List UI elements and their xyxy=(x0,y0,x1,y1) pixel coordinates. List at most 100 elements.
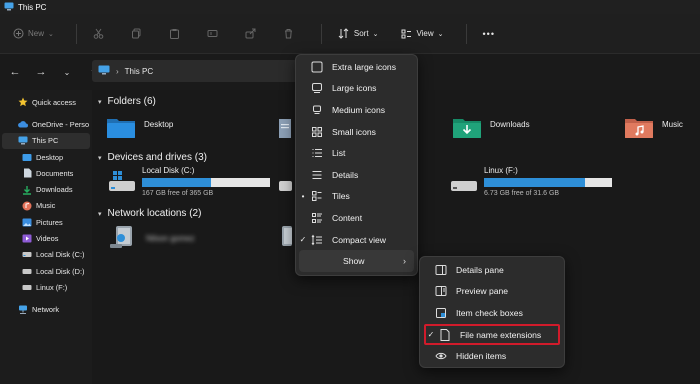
network-drive-icon xyxy=(278,224,292,252)
sidebar-item-label: This PC xyxy=(32,136,59,146)
new-button[interactable]: New ⌄ xyxy=(12,28,54,40)
star-icon xyxy=(18,97,28,107)
sidebar-item-downloads[interactable]: Downloads xyxy=(0,181,92,197)
sidebar-item-local-disk-d[interactable]: Local Disk (D:) xyxy=(0,263,92,279)
menu-item-hidden-items[interactable]: Hidden items xyxy=(420,345,564,367)
copy-button[interactable] xyxy=(131,28,147,40)
sidebar-item-label: Local Disk (D:) xyxy=(36,266,85,276)
sidebar-item-label: OneDrive - Perso xyxy=(32,119,90,129)
trash-icon xyxy=(283,28,295,40)
drive-name: Linux (F:) xyxy=(484,166,518,175)
menu-check-mark: ✓ xyxy=(299,235,307,245)
drive-usage-bar xyxy=(142,178,270,187)
sidebar-item-label: Local Disk (C:) xyxy=(36,250,85,260)
network-drive-icon xyxy=(108,224,138,252)
sidebar-item-this-pc[interactable]: This PC xyxy=(2,132,90,149)
network-location-item[interactable] xyxy=(278,224,292,252)
sidebar-item-local-disk-c[interactable]: Local Disk (C:) xyxy=(0,247,92,263)
menu-item-compact-view[interactable]: ✓ Compact view xyxy=(296,229,417,251)
sidebar-item-quick-access[interactable]: Quick access xyxy=(0,94,92,110)
sidebar-item-music[interactable]: Music xyxy=(0,198,92,214)
chevron-down-icon: ⌄ xyxy=(48,30,54,38)
monitor-icon xyxy=(98,65,110,77)
share-button[interactable] xyxy=(245,28,261,40)
group-header-network[interactable]: ▾ Network locations (2) xyxy=(98,208,201,219)
download-icon xyxy=(22,185,32,195)
sidebar-item-label: Network xyxy=(32,305,60,315)
menu-item-preview-pane[interactable]: Preview pane xyxy=(420,281,564,303)
folder-desktop[interactable]: Desktop xyxy=(106,116,173,140)
paste-button[interactable] xyxy=(169,28,185,40)
monitor-icon xyxy=(18,136,28,146)
menu-item-extra-large-icons[interactable]: Extra large icons xyxy=(296,56,417,78)
music-icon xyxy=(22,201,32,211)
tiles-icon xyxy=(310,189,324,203)
sidebar-item-onedrive[interactable]: OneDrive - Perso xyxy=(0,116,92,132)
cut-button[interactable] xyxy=(93,28,109,40)
sidebar-item-desktop[interactable]: Desktop xyxy=(0,149,92,165)
drive-local-disk-c[interactable]: Local Disk (C:) 167 GB free of 365 GB xyxy=(108,166,270,197)
folder-downloads[interactable]: Downloads xyxy=(452,116,530,140)
plus-circle-icon xyxy=(12,28,24,40)
group-header-folders[interactable]: ▾ Folders (6) xyxy=(98,96,156,107)
menu-item-content[interactable]: Content xyxy=(296,207,417,229)
menu-item-file-name-extensions[interactable]: ✓ File name extensions xyxy=(424,323,560,346)
sort-button-label: Sort xyxy=(353,29,369,38)
menu-item-show[interactable]: Show › xyxy=(299,250,414,272)
sort-button[interactable]: Sort ⌄ xyxy=(338,28,378,40)
music-folder-icon xyxy=(624,116,654,140)
details-pane-icon xyxy=(434,263,448,277)
view-button-label: View xyxy=(416,29,434,38)
more-options-button[interactable]: ••• xyxy=(483,29,495,39)
sidebar-item-videos[interactable]: Videos xyxy=(0,230,92,246)
address-bar[interactable]: › This PC xyxy=(92,60,312,82)
network-icon xyxy=(18,305,28,315)
desktop-folder-icon xyxy=(22,152,32,162)
menu-item-label: File name extensions xyxy=(460,329,542,340)
sidebar-item-linux-f[interactable]: Linux (F:) xyxy=(0,279,92,295)
rename-button[interactable] xyxy=(207,28,223,40)
sidebar-item-label: Music xyxy=(36,201,56,211)
network-location-item[interactable]: Nilson gomez xyxy=(108,224,194,252)
group-header-drives[interactable]: ▾ Devices and drives (3) xyxy=(98,152,207,163)
command-bar: New ⌄ Sort ⌄ View ⌄ ••• xyxy=(0,14,700,54)
window-title: This PC xyxy=(18,2,47,12)
eye-icon xyxy=(434,349,448,363)
chevron-down-icon: ▾ xyxy=(98,154,102,162)
menu-item-small-icons[interactable]: Small icons xyxy=(296,121,417,143)
chevron-down-icon[interactable]: ⌄ xyxy=(58,63,76,81)
toolbar-divider xyxy=(320,23,322,44)
menu-item-label: Hidden items xyxy=(456,351,507,362)
sidebar-item-pictures[interactable]: Pictures xyxy=(0,214,92,230)
drive-icon xyxy=(22,282,32,292)
view-button[interactable]: View ⌄ xyxy=(400,28,444,40)
menu-item-medium-icons[interactable]: Medium icons xyxy=(296,99,417,121)
picture-icon xyxy=(22,217,32,227)
drive-icon xyxy=(22,266,32,276)
toolbar-divider xyxy=(465,23,467,44)
menu-item-list[interactable]: List xyxy=(296,142,417,164)
back-arrow-icon[interactable]: ← xyxy=(6,63,24,81)
menu-item-label: Small icons xyxy=(332,126,376,137)
menu-item-details-pane[interactable]: Details pane xyxy=(420,259,564,281)
menu-item-tiles[interactable]: • Tiles xyxy=(296,186,417,208)
sidebar-item-label: Videos xyxy=(36,234,59,244)
menu-item-label: Preview pane xyxy=(456,286,509,297)
delete-button[interactable] xyxy=(283,28,299,40)
menu-item-label: Show xyxy=(343,256,365,267)
folder-music[interactable]: Music xyxy=(624,116,683,140)
sidebar-item-network[interactable]: Network xyxy=(0,302,92,318)
group-title: Devices and drives (3) xyxy=(107,152,207,163)
forward-arrow-icon[interactable]: → xyxy=(32,63,50,81)
menu-check-mark: • xyxy=(301,191,305,201)
menu-item-details[interactable]: Details xyxy=(296,164,417,186)
menu-item-item-check-boxes[interactable]: Item check boxes xyxy=(420,302,564,324)
document-folder-icon xyxy=(278,116,292,140)
share-icon xyxy=(245,28,257,40)
sidebar-item-documents[interactable]: Documents xyxy=(0,165,92,181)
drive-linux-f[interactable]: Linux (F:) 6.73 GB free of 31.6 GB xyxy=(450,166,612,197)
menu-item-label: Compact view xyxy=(332,234,386,245)
drive-usage-fill xyxy=(142,178,212,187)
show-submenu: Details pane Preview pane Item check box… xyxy=(419,256,565,368)
menu-item-large-icons[interactable]: Large icons xyxy=(296,78,417,100)
